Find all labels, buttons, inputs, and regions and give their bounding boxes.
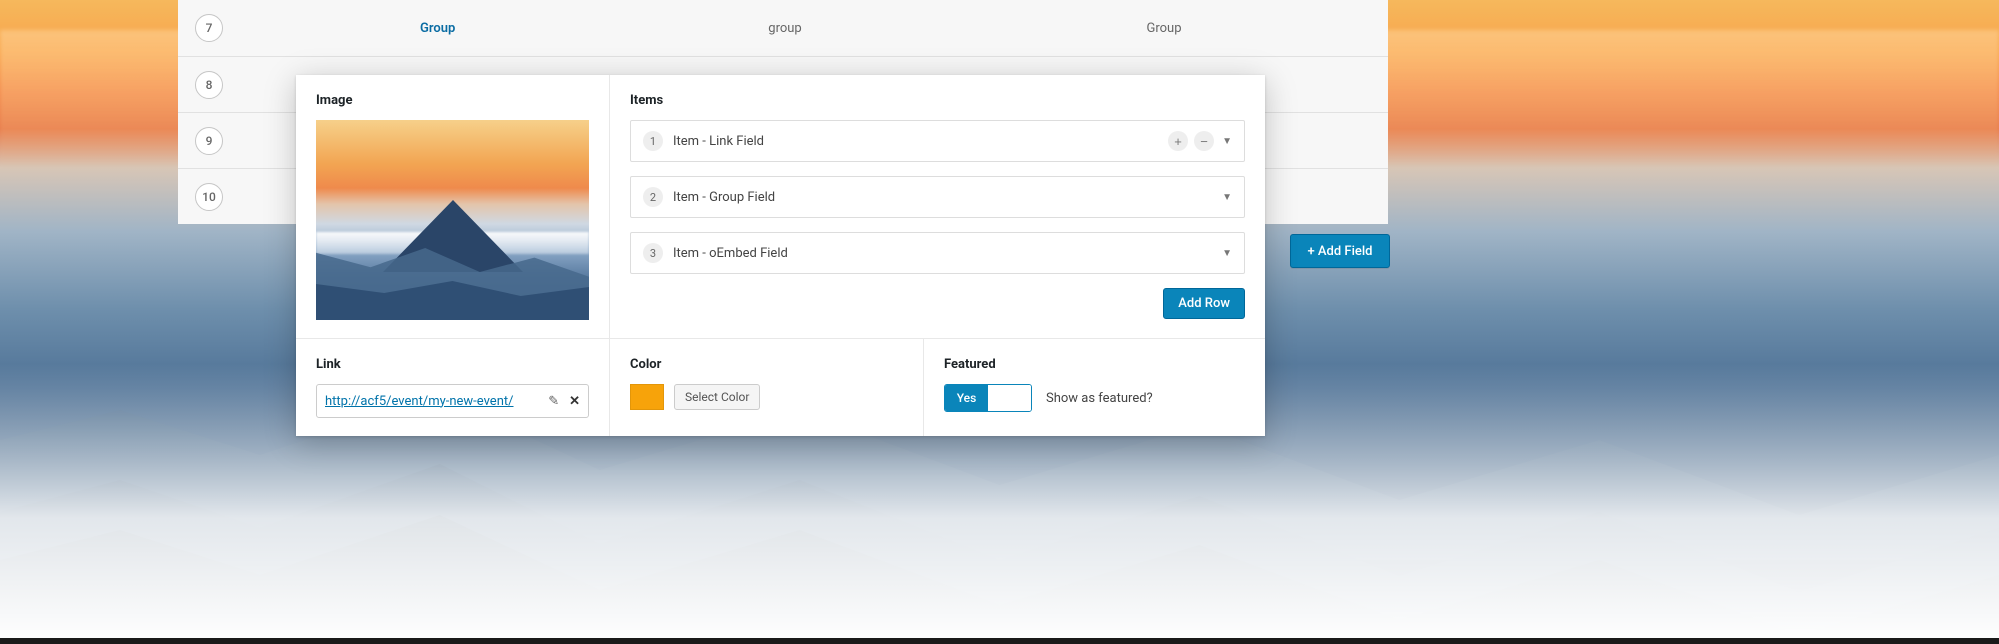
toggle-on-label: Yes xyxy=(945,385,988,411)
field-label-link[interactable]: Group xyxy=(240,21,630,36)
color-swatch[interactable] xyxy=(630,384,664,410)
collapse-toggle-icon[interactable]: ▼ xyxy=(1222,136,1232,147)
item-number: 1 xyxy=(643,131,663,151)
image-preview[interactable] xyxy=(316,120,589,320)
row-number: 9 xyxy=(195,127,223,155)
repeater-item-row[interactable]: 3 Item - oEmbed Field ▼ xyxy=(630,232,1245,274)
remove-item-icon[interactable]: − xyxy=(1194,131,1214,151)
items-section-label: Items xyxy=(630,93,1245,108)
collapse-toggle-icon[interactable]: ▼ xyxy=(1222,248,1232,259)
image-section-label: Image xyxy=(316,93,589,108)
add-field-button[interactable]: + Add Field xyxy=(1290,234,1390,268)
featured-help-text: Show as featured? xyxy=(1046,391,1153,406)
collapse-toggle-icon[interactable]: ▼ xyxy=(1222,192,1232,203)
link-url[interactable]: http://acf5/event/my-new-event/ xyxy=(325,394,540,409)
item-number: 3 xyxy=(643,243,663,263)
add-item-icon[interactable]: + xyxy=(1168,131,1188,151)
item-title: Item - Link Field xyxy=(673,134,764,149)
field-type: Group xyxy=(940,21,1388,36)
content-panel: Image Items 1 Item - Link Field + − ▼ xyxy=(296,75,1265,436)
link-section-label: Link xyxy=(316,357,589,372)
repeater-item-row[interactable]: 2 Item - Group Field ▼ xyxy=(630,176,1245,218)
add-row-button[interactable]: Add Row xyxy=(1163,288,1245,319)
edit-link-icon[interactable]: ✎ xyxy=(548,394,559,409)
repeater-item-row[interactable]: 1 Item - Link Field + − ▼ xyxy=(630,120,1245,162)
row-number: 8 xyxy=(195,71,223,99)
item-title: Item - oEmbed Field xyxy=(673,246,788,261)
toggle-off-area xyxy=(988,385,1031,411)
row-number: 7 xyxy=(195,14,223,42)
select-color-button[interactable]: Select Color xyxy=(674,384,760,410)
featured-section-label: Featured xyxy=(944,357,1245,372)
table-row[interactable]: 7 Group group Group xyxy=(178,0,1388,56)
featured-toggle[interactable]: Yes xyxy=(944,384,1032,412)
bottom-bar xyxy=(0,638,1999,644)
item-title: Item - Group Field xyxy=(673,190,775,205)
link-field: http://acf5/event/my-new-event/ ✎ ✕ xyxy=(316,384,589,418)
item-number: 2 xyxy=(643,187,663,207)
remove-link-icon[interactable]: ✕ xyxy=(569,394,580,409)
field-name: group xyxy=(630,21,940,36)
row-number: 10 xyxy=(195,183,223,211)
color-section-label: Color xyxy=(630,357,903,372)
